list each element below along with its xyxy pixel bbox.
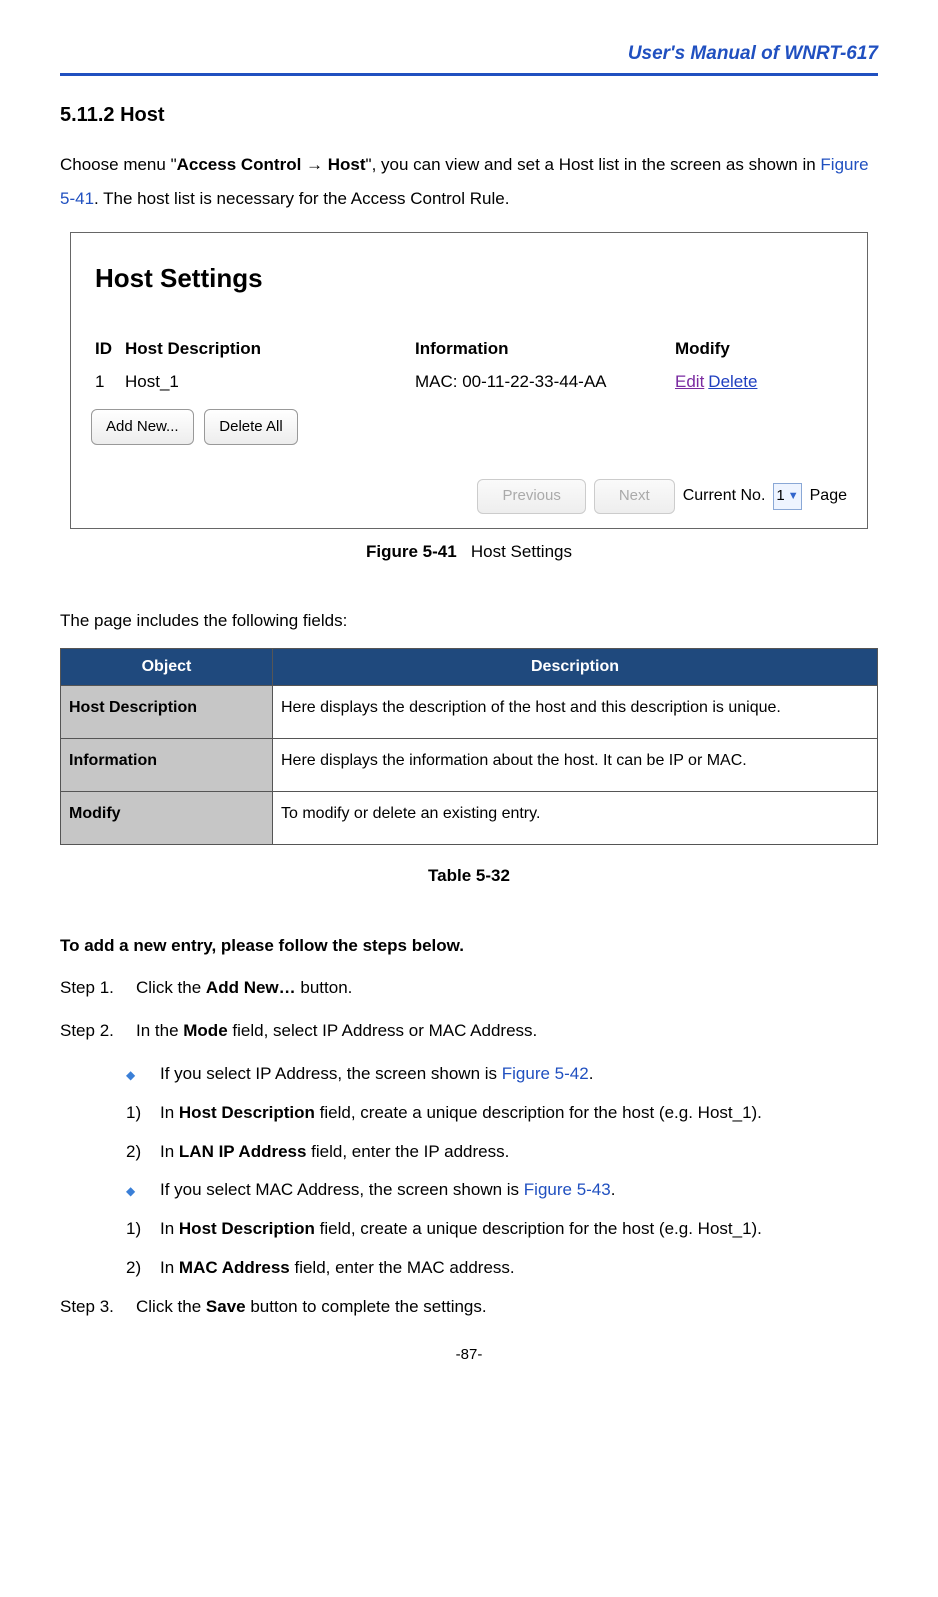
cell-id: 1	[95, 369, 125, 395]
table-header-row: ID Host Description Information Modify	[91, 332, 847, 366]
th-description: Description	[273, 649, 878, 686]
section-number: 5.11.2	[60, 104, 115, 126]
add-new-button[interactable]: Add New...	[91, 409, 194, 446]
cell-desc: Host_1	[125, 369, 415, 395]
bullet-icon: ◆	[126, 1060, 160, 1085]
table-row: Modify To modify or delete an existing e…	[61, 792, 878, 845]
edit-link[interactable]: Edit	[675, 372, 704, 391]
delete-all-button[interactable]: Delete All	[204, 409, 297, 446]
bullet-ip: ◆ If you select IP Address, the screen s…	[126, 1060, 878, 1089]
col-modify: Modify	[675, 336, 805, 362]
col-information: Information	[415, 336, 675, 362]
section-heading: 5.11.2 Host	[60, 100, 878, 130]
col-id: ID	[95, 336, 125, 362]
cell-modify: EditDelete	[675, 369, 805, 395]
step-2: Step 2. In the Mode field, select IP Add…	[60, 1017, 878, 1046]
button-row: Add New... Delete All	[91, 409, 847, 446]
pagination-row: Previous Next Current No. 1 ▼ Page	[91, 479, 847, 514]
ip-sub-1: 1) In Host Description field, create a u…	[126, 1099, 878, 1128]
table-row: 1 Host_1 MAC: 00-11-22-33-44-AA EditDele…	[91, 365, 847, 399]
th-object: Object	[61, 649, 273, 686]
current-no-label: Current No.	[683, 484, 766, 508]
mac-sub-1: 1) In Host Description field, create a u…	[126, 1215, 878, 1244]
page-select[interactable]: 1 ▼	[773, 483, 801, 510]
ip-sub-2: 2) In LAN IP Address field, enter the IP…	[126, 1138, 878, 1167]
table-row: Host Description Here displays the descr…	[61, 686, 878, 739]
fields-intro: The page includes the following fields:	[60, 604, 878, 638]
fields-table: Object Description Host Description Here…	[60, 648, 878, 845]
delete-link[interactable]: Delete	[708, 372, 757, 391]
intro-paragraph: Choose menu "Access Control → Host", you…	[60, 148, 878, 216]
fig-ref-5-43: Figure 5-43	[524, 1180, 611, 1199]
panel-title: Host Settings	[95, 259, 847, 298]
section-title: Host	[120, 104, 164, 126]
host-settings-screenshot: Host Settings ID Host Description Inform…	[70, 232, 868, 529]
fig-ref-5-42: Figure 5-42	[502, 1064, 589, 1083]
previous-button[interactable]: Previous	[477, 479, 585, 514]
page-label: Page	[810, 484, 847, 508]
page-number: -87-	[60, 1344, 878, 1367]
steps-title: To add a new entry, please follow the st…	[60, 933, 878, 959]
table-caption: Table 5-32	[60, 863, 878, 889]
table-row: Information Here displays the informatio…	[61, 739, 878, 792]
col-host-description: Host Description	[125, 336, 415, 362]
step-3: Step 3. Click the Save button to complet…	[60, 1293, 878, 1322]
cell-info: MAC: 00-11-22-33-44-AA	[415, 369, 675, 395]
next-button[interactable]: Next	[594, 479, 675, 514]
bullet-icon: ◆	[126, 1176, 160, 1201]
step-1: Step 1. Click the Add New… button.	[60, 974, 878, 1003]
figure-caption: Figure 5-41 Host Settings	[60, 539, 878, 565]
mac-sub-2: 2) In MAC Address field, enter the MAC a…	[126, 1254, 878, 1283]
doc-header: User's Manual of WNRT-617	[60, 40, 878, 76]
chevron-down-icon: ▼	[788, 488, 799, 505]
bullet-mac: ◆ If you select MAC Address, the screen …	[126, 1176, 878, 1205]
